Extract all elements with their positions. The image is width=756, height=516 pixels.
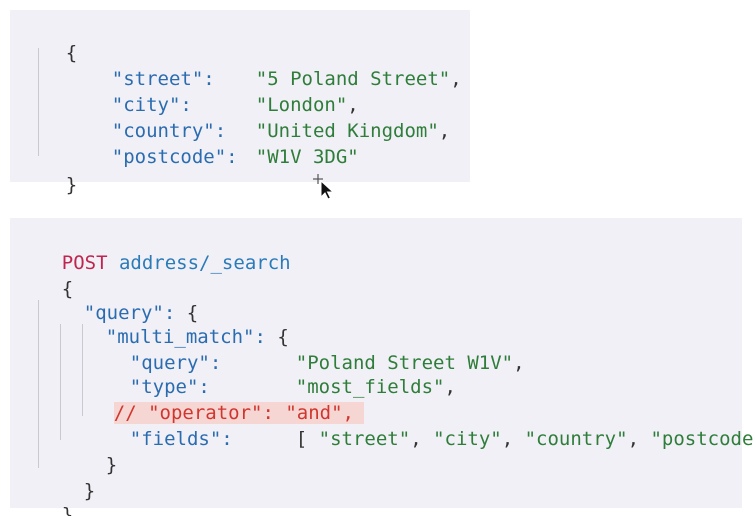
comma: , xyxy=(513,352,525,374)
param-fields-value-line: [ "street", "city", "country", "postcode… xyxy=(250,400,756,450)
move-cursor-icon xyxy=(313,174,335,200)
search-request-panel: POST address/_search { "query": { "multi… xyxy=(10,218,756,516)
postcode-value-line: "W1V 3DG" xyxy=(210,118,359,168)
param-type-value-line: "most_fields", xyxy=(250,348,456,398)
close-brace: } xyxy=(61,504,74,516)
field-city: "city" xyxy=(433,428,502,450)
street-field-line: "street": xyxy=(66,40,215,90)
query-key-line: "query": { xyxy=(38,274,198,324)
field-street: "street" xyxy=(318,428,411,450)
field-country: "country" xyxy=(524,428,628,450)
country-field-line: "country": xyxy=(66,92,226,142)
street-value-line: "5 Poland Street", xyxy=(210,40,462,90)
query-close-brace: } xyxy=(83,480,96,502)
multi-match-close-line: } xyxy=(60,426,117,476)
param-type-key-line: "type": xyxy=(84,348,210,398)
endpoint-path: address/_search xyxy=(118,252,291,274)
query-close-line: } xyxy=(38,452,95,502)
multi-match-close-brace: } xyxy=(105,454,118,476)
close-brace-line: } xyxy=(16,476,73,516)
comma: , xyxy=(438,120,451,142)
comma: , xyxy=(444,376,456,398)
open-brace-line: { xyxy=(20,14,77,64)
fields-open-bracket: [ xyxy=(295,428,308,450)
param-fields-key-line: "fields": xyxy=(84,400,233,450)
param-fields-key: "fields": xyxy=(129,428,233,450)
open-brace-line: { xyxy=(16,250,73,300)
operator-comment-line: // "operator": "and", xyxy=(68,374,364,424)
country-value-line: "United Kingdom", xyxy=(210,92,450,142)
param-query-key-line: "query": xyxy=(84,324,222,374)
city-field-line: "city": xyxy=(66,66,192,116)
multi-match-key-line: "multi_match": { xyxy=(60,298,289,348)
field-postcode: "postcode" xyxy=(650,428,756,450)
postcode-value: "W1V 3DG" xyxy=(255,146,359,168)
comma: , xyxy=(450,68,462,90)
param-query-value-line: "Poland Street W1V", xyxy=(250,324,525,374)
city-value-line: "London", xyxy=(210,66,359,116)
request-line: POST address/_search xyxy=(16,224,291,274)
address-document-panel: { "street": "5 Poland Street", "city": "… xyxy=(10,10,470,196)
close-brace-line: } xyxy=(20,146,77,196)
close-brace: } xyxy=(65,174,78,196)
